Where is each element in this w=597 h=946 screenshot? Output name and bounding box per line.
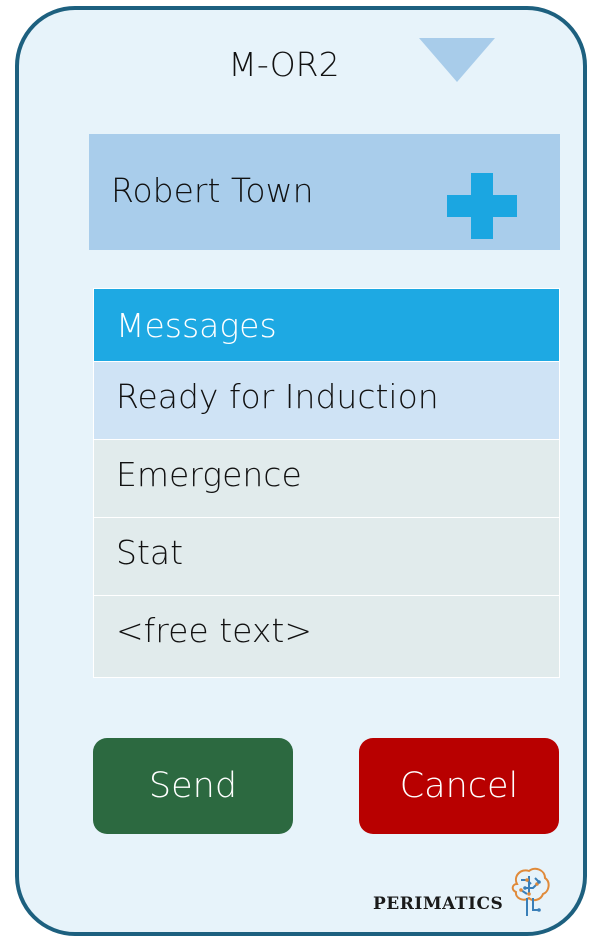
messages-list: Messages Ready for Induction Emergence S… xyxy=(93,288,560,678)
message-item-label: Stat xyxy=(116,533,184,572)
message-item-free-text[interactable]: <free text> xyxy=(94,595,559,677)
station-label: M-OR2 xyxy=(228,45,340,84)
message-item-label: Ready for Induction xyxy=(116,377,439,416)
messages-header: Messages xyxy=(94,289,559,361)
message-item-stat[interactable]: Stat xyxy=(94,517,559,595)
brain-circuit-icon xyxy=(511,867,550,916)
station-dropdown[interactable]: M-OR2 xyxy=(19,10,583,120)
brand-name: PERIMATICS xyxy=(373,894,504,914)
message-item-emergence[interactable]: Emergence xyxy=(94,439,559,517)
message-item-ready-for-induction[interactable]: Ready for Induction xyxy=(94,361,559,439)
message-item-label: Emergence xyxy=(116,455,302,494)
cancel-button[interactable]: Cancel xyxy=(359,738,559,834)
patient-name: Robert Town xyxy=(111,171,314,210)
plus-icon-vertical-bar xyxy=(471,173,493,239)
plus-icon[interactable] xyxy=(447,173,517,243)
messages-header-label: Messages xyxy=(116,306,277,345)
send-button[interactable]: Send xyxy=(93,738,293,834)
message-item-label: <free text> xyxy=(116,611,312,650)
brand-logo: PERIMATICS xyxy=(373,867,563,928)
device-frame: M-OR2 Robert Town Messages Ready for Ind… xyxy=(15,6,587,936)
triangle-down-icon[interactable] xyxy=(419,38,495,82)
patient-card[interactable]: Robert Town xyxy=(89,134,560,250)
